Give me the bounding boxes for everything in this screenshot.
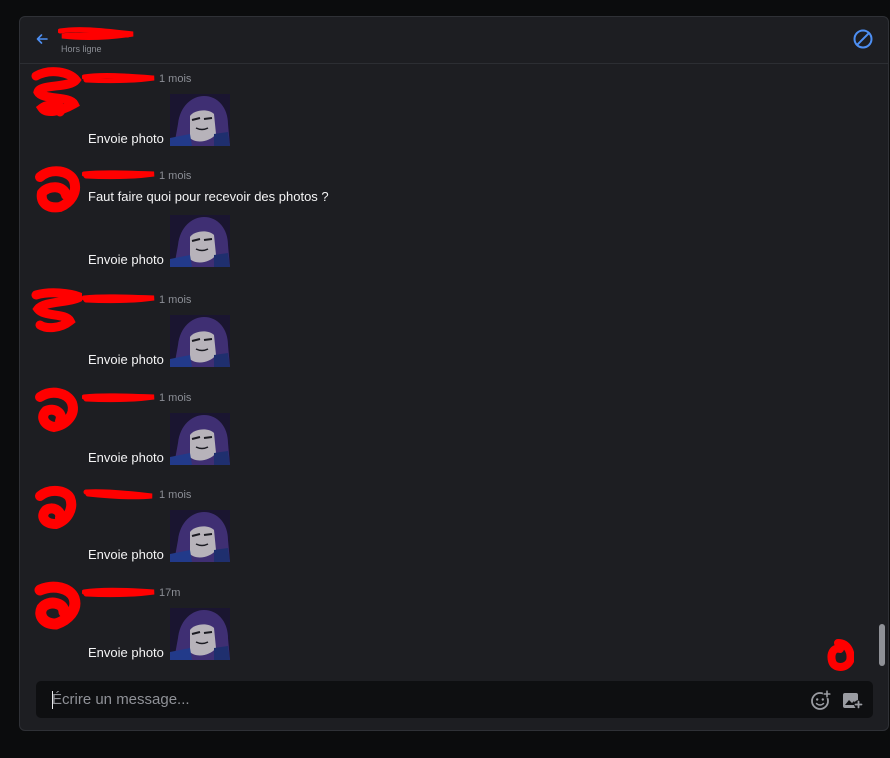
avatar-redacted [35,387,78,433]
redaction-mark [827,639,854,671]
sender-name-redacted [82,72,155,84]
photo-thumbnail[interactable] [170,315,230,367]
photo-thumbnail[interactable] [170,510,230,562]
chat-window: Hors ligne 1 mois Envoie photo 1 mois Fa… [19,16,889,731]
sender-name-redacted [82,393,155,403]
sender-name-redacted [82,587,155,598]
message-composer [36,681,873,718]
chat-header: Hors ligne [20,17,888,64]
message-timestamp: 1 mois [159,392,192,404]
photo-label: Envoie photo [88,450,164,465]
avatar-redacted [35,166,80,213]
message-timestamp: 1 mois [159,489,192,501]
message-timestamp: 1 mois [159,170,192,182]
photo-thumbnail[interactable] [170,94,230,146]
photo-label: Envoie photo [88,645,164,660]
image-add-icon[interactable] [841,689,863,711]
photo-thumbnail[interactable] [170,608,230,660]
photo-label: Envoie photo [88,547,164,562]
message-timestamp: 1 mois [159,73,192,85]
photo-label: Envoie photo [88,131,164,146]
scrollbar-thumb[interactable] [879,624,885,666]
message-timestamp: 1 mois [159,294,192,306]
message-timestamp: 17m [159,587,181,599]
photo-thumbnail[interactable] [170,215,230,267]
block-icon[interactable] [852,28,874,50]
message-text: Faut faire quoi pour recevoir des photos… [88,189,329,204]
contact-status: Hors ligne [61,44,102,54]
avatar-redacted [34,581,81,630]
emoji-add-icon[interactable] [810,689,832,711]
contact-name-redacted [58,27,134,40]
message-input[interactable] [52,681,792,718]
arrow-left-icon[interactable] [34,31,50,47]
avatar-redacted [31,67,82,117]
photo-label: Envoie photo [88,252,164,267]
avatar-redacted [31,288,82,333]
sender-name-redacted [82,294,155,304]
photo-label: Envoie photo [88,352,164,367]
message-list[interactable]: 1 mois Envoie photo 1 mois Faut faire qu… [20,64,888,680]
sender-name-redacted [82,170,155,180]
sender-name-redacted [83,489,153,500]
avatar-redacted [35,486,77,530]
photo-thumbnail[interactable] [170,413,230,465]
